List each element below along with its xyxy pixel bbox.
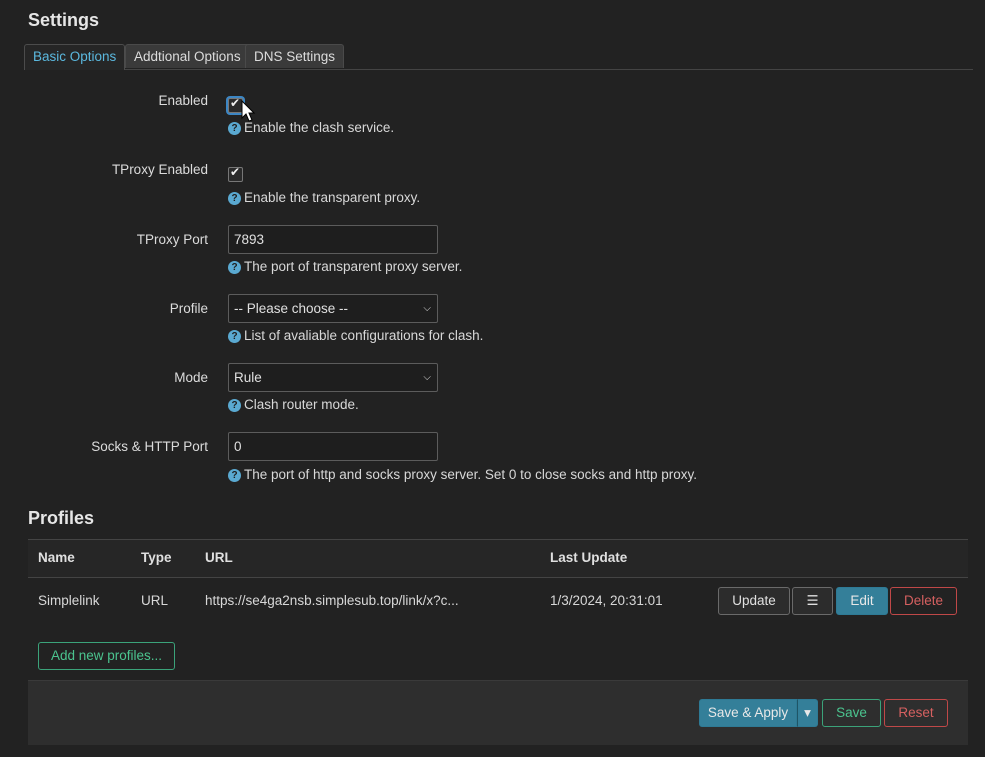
profile-help: ? List of avaliable configurations for cl…: [228, 328, 483, 343]
help-icon: ?: [228, 399, 241, 412]
help-icon: ?: [228, 192, 241, 205]
profile-name-cell: Simplelink: [38, 593, 100, 608]
action-footer: Save & Apply ▾ Save Reset: [28, 680, 968, 745]
profile-select[interactable]: -- Please choose -- ⌵: [228, 294, 438, 323]
menu-button[interactable]: ☰: [792, 587, 833, 615]
mouse-cursor-icon: [241, 100, 256, 122]
tab-additional-options[interactable]: Addtional Options: [125, 44, 250, 68]
add-new-profiles-button[interactable]: Add new profiles...: [38, 642, 175, 670]
help-icon: ?: [228, 330, 241, 343]
profile-url-cell: https://se4ga2nsb.simplesub.top/link/x?c…: [205, 593, 459, 608]
socks-port-input[interactable]: 0: [228, 432, 438, 461]
hamburger-menu-icon: ☰: [806, 593, 819, 608]
enabled-label: Enabled: [158, 93, 208, 108]
mode-label: Mode: [174, 370, 208, 385]
chevron-down-icon: ⌵: [423, 372, 431, 383]
caret-down-icon: ▾: [804, 705, 811, 720]
tproxy-enabled-label: TProxy Enabled: [111, 162, 208, 177]
table-row: Simplelink URL https://se4ga2nsb.simples…: [28, 578, 968, 624]
profiles-table: Name Type URL Last Update Simplelink URL…: [28, 539, 968, 624]
reset-button[interactable]: Reset: [884, 699, 948, 727]
tproxy-port-input[interactable]: 7893: [228, 225, 438, 254]
save-apply-dropdown-button[interactable]: ▾: [797, 699, 818, 727]
column-header-last-update: Last Update: [550, 550, 628, 565]
socks-port-help: ? The port of http and socks proxy server…: [228, 467, 697, 482]
tproxy-enabled-help: ? Enable the transparent proxy.: [228, 190, 420, 205]
profile-select-value: -- Please choose --: [234, 301, 349, 316]
tab-dns-settings[interactable]: DNS Settings: [245, 44, 345, 68]
delete-button[interactable]: Delete: [890, 587, 957, 615]
socks-port-help-text: The port of http and socks proxy server.…: [244, 467, 697, 482]
socks-port-label: Socks & HTTP Port: [91, 439, 208, 454]
check-icon: ✔: [230, 165, 241, 179]
update-button[interactable]: Update: [718, 587, 790, 615]
help-icon: ?: [228, 469, 241, 482]
tproxy-enabled-help-text: Enable the transparent proxy.: [244, 190, 421, 205]
mode-control: Rule ⌵: [228, 363, 438, 399]
tab-basic-options[interactable]: Basic Options: [24, 44, 126, 70]
mode-help: ? Clash router mode.: [228, 397, 359, 412]
tproxy-port-help-text: The port of transparent proxy server.: [244, 259, 463, 274]
profile-help-text: List of avaliable configurations for cla…: [244, 328, 484, 343]
tproxy-enabled-control: ✔: [228, 162, 243, 182]
chevron-down-icon: ⌵: [423, 303, 431, 314]
column-header-name: Name: [38, 550, 75, 565]
save-apply-button[interactable]: Save & Apply: [699, 699, 797, 727]
column-header-type: Type: [141, 550, 172, 565]
tab-bar: Basic Options Addtional Options DNS Sett…: [24, 44, 973, 70]
mode-select[interactable]: Rule ⌵: [228, 363, 438, 392]
tproxy-port-help: ? The port of transparent proxy server.: [228, 259, 462, 274]
profile-label: Profile: [169, 301, 208, 316]
profile-control: -- Please choose -- ⌵: [228, 294, 438, 330]
enabled-help-text: Enable the clash service.: [244, 120, 395, 135]
check-icon: ✔: [230, 96, 241, 110]
edit-button[interactable]: Edit: [836, 587, 888, 615]
mode-select-value: Rule: [234, 370, 262, 385]
table-header: Name Type URL Last Update: [28, 539, 968, 578]
socks-port-control: 0: [228, 432, 438, 468]
profile-type-cell: URL: [141, 593, 169, 608]
help-icon: ?: [228, 261, 241, 274]
save-button[interactable]: Save: [822, 699, 881, 727]
profile-last-update-cell: 1/3/2024, 20:31:01: [550, 593, 663, 608]
tproxy-port-control: 7893: [228, 225, 438, 261]
profiles-title: Profiles: [28, 508, 95, 528]
mode-help-text: Clash router mode.: [244, 397, 359, 412]
page-title: Settings: [28, 10, 100, 30]
tproxy-port-label: TProxy Port: [136, 232, 208, 247]
tproxy-enabled-checkbox[interactable]: ✔: [228, 165, 243, 182]
column-header-url: URL: [205, 550, 233, 565]
help-icon: ?: [228, 122, 241, 135]
